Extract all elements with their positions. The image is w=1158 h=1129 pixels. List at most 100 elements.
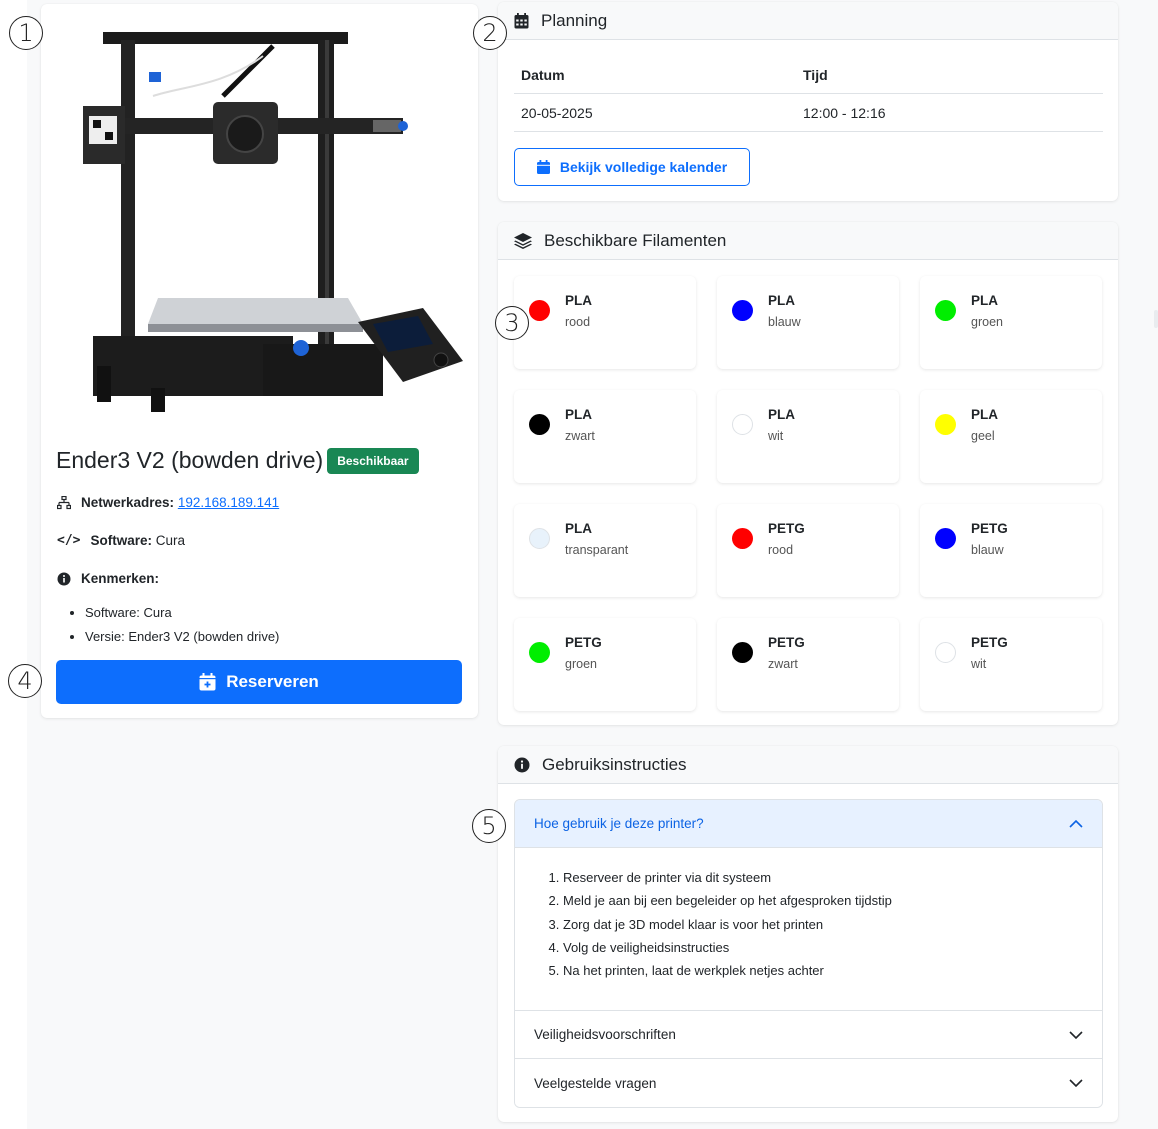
- color-swatch: [529, 642, 550, 663]
- color-swatch: [529, 528, 550, 549]
- filament-type: PLA: [971, 293, 998, 308]
- list-item: Na het printen, laat de werkplek netjes …: [563, 959, 1102, 982]
- filament-item: PETG groen: [514, 618, 696, 711]
- color-swatch: [935, 528, 956, 549]
- instructions-accordion: Hoe gebruik je deze printer? Reserveer d…: [514, 799, 1103, 1108]
- list-item: Volg de veiligheidsinstructies: [563, 936, 1102, 959]
- filament-item: PETG zwart: [717, 618, 899, 711]
- filament-type: PETG: [971, 521, 1008, 536]
- filament-color: blauw: [971, 543, 1004, 557]
- col-date-header: Datum: [521, 66, 565, 83]
- color-swatch: [529, 300, 550, 321]
- view-calendar-label: Bekijk volledige kalender: [559, 159, 728, 175]
- feature-item: Software: Cura: [85, 601, 279, 625]
- features-label: Kenmerken:: [81, 571, 160, 586]
- network-icon: [57, 495, 71, 509]
- network-address-link[interactable]: 192.168.189.141: [178, 495, 279, 510]
- status-badge: Beschikbaar: [327, 447, 419, 474]
- row-date: 20-05-2025: [521, 104, 593, 121]
- network-label: Netwerkadres:: [81, 495, 175, 510]
- color-swatch: [935, 642, 956, 663]
- accordion-header-usage[interactable]: Hoe gebruik je deze printer?: [515, 800, 1102, 848]
- filament-type: PETG: [768, 521, 805, 536]
- filament-color: groen: [971, 315, 1003, 329]
- calendar-icon: [514, 12, 529, 28]
- filament-item: PETG wit: [920, 618, 1102, 711]
- filaments-header: Beschikbare Filamenten: [498, 222, 1118, 260]
- color-swatch: [732, 528, 753, 549]
- color-swatch: [732, 300, 753, 321]
- features-list: Software: Cura Versie: Ender3 V2 (bowden…: [71, 601, 279, 649]
- instructions-header: Gebruiksinstructies: [498, 746, 1118, 784]
- filament-color: wit: [971, 657, 987, 671]
- color-swatch: [935, 300, 956, 321]
- planning-table: Datum Tijd 20-05-2025 12:00 - 12:16: [514, 56, 1103, 132]
- filament-type: PETG: [971, 635, 1008, 650]
- info-icon: [57, 572, 71, 585]
- calendar-icon: [536, 160, 550, 174]
- filament-item: PLA rood: [514, 276, 696, 369]
- table-row: 20-05-2025 12:00 - 12:16: [514, 94, 1103, 132]
- view-calendar-button[interactable]: Bekijk volledige kalender: [514, 148, 750, 186]
- filament-grid: PLA rood PLA blauw PLA groen PLA zwart PLA wit PLA…: [514, 276, 1103, 711]
- filament-type: PLA: [565, 407, 592, 422]
- layers-icon: [514, 232, 532, 249]
- filament-item: PLA groen: [920, 276, 1102, 369]
- printer-title-row: Ender3 V2 (bowden drive) Beschikbaar: [56, 447, 419, 474]
- filament-item: PETG blauw: [920, 504, 1102, 597]
- chevron-up-icon: [1069, 819, 1083, 828]
- filament-type: PLA: [768, 293, 795, 308]
- scrollbar-hint[interactable]: [1154, 310, 1158, 328]
- reserve-button[interactable]: Reserveren: [56, 660, 462, 704]
- network-row: Netwerkadres: 192.168.189.141: [57, 495, 279, 510]
- col-time-header: Tijd: [803, 66, 828, 83]
- printer-image: [83, 32, 463, 412]
- filament-color: transparant: [565, 543, 629, 557]
- callout-marker: 3: [495, 306, 529, 340]
- filament-type: PLA: [565, 521, 592, 536]
- planning-header: Planning: [498, 2, 1118, 40]
- filament-type: PLA: [768, 407, 795, 422]
- chevron-down-icon: [1069, 1079, 1083, 1087]
- calendar-plus-icon: [199, 673, 216, 691]
- filament-color: wit: [768, 429, 784, 443]
- filament-item: PETG rood: [717, 504, 899, 597]
- filaments-title: Beschikbare Filamenten: [544, 230, 727, 250]
- chevron-down-icon: [1069, 1030, 1083, 1039]
- usage-steps-list: Reserveer de printer via dit systeem Mel…: [545, 866, 1102, 982]
- filament-color: rood: [565, 315, 591, 329]
- accordion-header-faq[interactable]: Veelgestelde vragen: [515, 1059, 1102, 1107]
- instructions-title: Gebruiksinstructies: [542, 754, 687, 774]
- reserve-label: Reserveren: [226, 672, 319, 691]
- row-time: 12:00 - 12:16: [803, 104, 886, 121]
- info-icon: [514, 757, 530, 772]
- list-item: Zorg dat je 3D model klaar is voor het p…: [563, 913, 1102, 936]
- software-label: Software:: [90, 533, 152, 548]
- color-swatch: [935, 414, 956, 435]
- accordion-header-safety[interactable]: Veiligheidsvoorschriften: [515, 1011, 1102, 1059]
- callout-marker: 2: [473, 16, 507, 50]
- filament-color: geel: [971, 429, 995, 443]
- filament-color: zwart: [768, 657, 798, 671]
- accordion-title: Veiligheidsvoorschriften: [534, 1027, 676, 1042]
- filament-type: PLA: [565, 293, 592, 308]
- filament-item: PLA zwart: [514, 390, 696, 483]
- filament-color: groen: [565, 657, 597, 671]
- filament-item: PLA geel: [920, 390, 1102, 483]
- list-item: Meld je aan bij een begeleider op het af…: [563, 889, 1102, 912]
- filament-type: PETG: [565, 635, 602, 650]
- planning-card: Planning Datum Tijd 20-05-2025 12:00 - 1…: [498, 2, 1118, 201]
- filaments-card: Beschikbare Filamenten PLA rood PLA blauw PL…: [498, 222, 1118, 725]
- feature-item: Versie: Ender3 V2 (bowden drive): [85, 625, 279, 649]
- instructions-card: Gebruiksinstructies Hoe gebruik je deze …: [498, 746, 1118, 1122]
- printer-card: Ender3 V2 (bowden drive) Beschikbaar Net…: [41, 4, 478, 718]
- printer-name: Ender3 V2 (bowden drive): [56, 447, 324, 473]
- accordion-title: Veelgestelde vragen: [534, 1075, 657, 1091]
- color-swatch: [529, 414, 550, 435]
- features-row: Kenmerken:: [57, 571, 159, 586]
- callout-marker: 5: [472, 809, 506, 843]
- filament-item: PLA transparant: [514, 504, 696, 597]
- callout-marker: 1: [9, 16, 43, 50]
- filament-type: PLA: [971, 407, 998, 422]
- color-swatch: [732, 642, 753, 663]
